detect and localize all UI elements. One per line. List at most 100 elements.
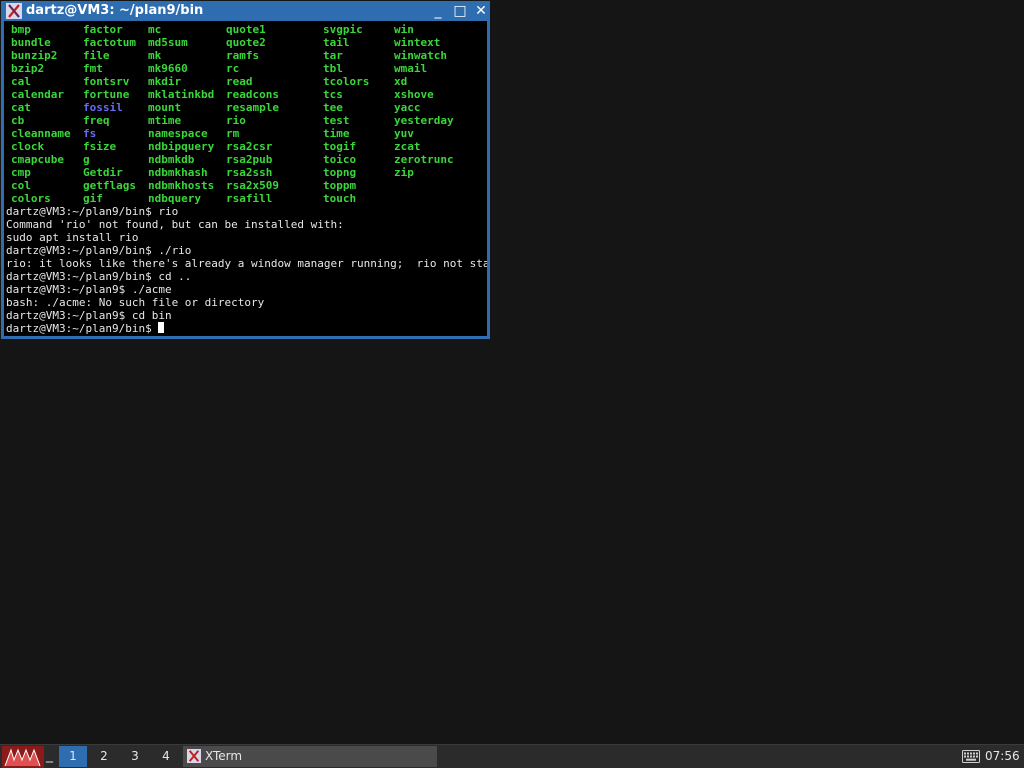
ls-entry: topng — [323, 166, 357, 179]
ls-entry: cmp — [11, 166, 31, 179]
ls-entry: test — [323, 114, 350, 127]
ls-entry: Getdir — [83, 166, 123, 179]
ls-entry: cb — [11, 114, 25, 127]
taskbar: _ 1234 XTerm 07:56 — [0, 744, 1024, 768]
ls-entry: cat — [11, 101, 31, 114]
terminal-output: dartz@VM3:~/plan9/bin$ rio Command 'rio' … — [6, 205, 487, 335]
ls-entry: zcat — [394, 140, 421, 153]
ls-entry: xshove — [394, 88, 434, 101]
ls-entry: yuv — [394, 127, 414, 140]
window-title: dartz@VM3: ~/plan9/bin — [26, 3, 204, 18]
ls-entry: cal — [11, 75, 31, 88]
ls-entry: fortune — [83, 88, 130, 101]
ls-entry: factotum — [83, 36, 136, 49]
ls-entry: togif — [323, 140, 357, 153]
ls-entry: rc — [226, 62, 240, 75]
ls-entry: wintext — [394, 36, 441, 49]
ls-entry: mtime — [148, 114, 182, 127]
ls-entry: gif — [83, 192, 103, 205]
ls-entry: freq — [83, 114, 110, 127]
terminal-line: rio: it looks like there's already a win… — [6, 257, 487, 270]
minimize-button[interactable]: _ — [430, 3, 446, 19]
terminal-line: dartz@VM3:~/plan9/bin$ cd .. — [6, 270, 192, 283]
ls-entry: wmail — [394, 62, 428, 75]
ls-entry: colors — [11, 192, 51, 205]
xterm-window[interactable]: dartz@VM3: ~/plan9/bin _ □ ✕ bmp bundle bu… — [1, 1, 490, 339]
window-titlebar[interactable]: dartz@VM3: ~/plan9/bin _ □ ✕ — [4, 1, 487, 21]
ls-entry: ramfs — [226, 49, 260, 62]
terminal-line: dartz@VM3:~/plan9$ cd bin — [6, 309, 172, 322]
terminal-line: sudo apt install rio — [6, 231, 139, 244]
ls-entry: col — [11, 179, 31, 192]
terminal-area[interactable]: bmp bundle bunzip2 bzip2 cal calendar cat cb cle… — [4, 21, 487, 336]
terminal-prompt-line[interactable]: dartz@VM3:~/plan9/bin$ — [6, 322, 487, 335]
ls-column: quote1 quote2 ramfs rc read readcons resample r… — [226, 23, 279, 205]
clock[interactable]: 07:56 — [985, 745, 1020, 767]
ls-entry: fossil — [83, 101, 123, 114]
ls-entry: mklatinkbd — [148, 88, 215, 101]
ls-entry: readcons — [226, 88, 279, 101]
ls-entry: rsa2ssh — [226, 166, 273, 179]
keyboard-icon[interactable] — [962, 750, 980, 763]
ls-entry: tee — [323, 101, 343, 114]
ls-entry: toico — [323, 153, 357, 166]
show-desktop-button[interactable]: _ — [46, 745, 56, 767]
ls-entry: ndbmkhash — [148, 166, 208, 179]
ls-entry: mc — [148, 23, 162, 36]
text-cursor — [158, 322, 165, 333]
workspace-4-button[interactable]: 4 — [152, 746, 180, 767]
ls-entry: rsa2csr — [226, 140, 273, 153]
taskbar-item-label: XTerm — [205, 749, 243, 763]
ls-entry: win — [394, 23, 414, 36]
ls-entry: ndbquery — [148, 192, 201, 205]
ls-entry: fsize — [83, 140, 117, 153]
ls-entry: rsafill — [226, 192, 273, 205]
workspace-2-button[interactable]: 2 — [90, 746, 118, 767]
ls-entry: winwatch — [394, 49, 447, 62]
ls-column: bmp bundle bunzip2 bzip2 cal calendar cat cb cle… — [11, 23, 71, 205]
ls-entry: calendar — [11, 88, 64, 101]
ls-column: mc md5sum mk mk9660 mkdir mklatinkbd mount mtim… — [148, 23, 214, 205]
terminal-prompt: dartz@VM3:~/plan9/bin$ — [6, 322, 159, 335]
ls-entry: quote1 — [226, 23, 266, 36]
ls-entry: md5sum — [148, 36, 188, 49]
ls-entry: ndbmkhosts — [148, 179, 215, 192]
xterm-icon — [6, 3, 22, 19]
ls-entry: g — [83, 153, 90, 166]
ls-entry: ndbmkdb — [148, 153, 195, 166]
ls-entry: time — [323, 127, 350, 140]
ls-entry: cmapcube — [11, 153, 64, 166]
ls-entry: getflags — [83, 179, 136, 192]
ls-entry: yacc — [394, 101, 421, 114]
ls-column: win wintext winwatch wmail xd xshove yacc yeste… — [394, 23, 454, 179]
ls-entry: read — [226, 75, 253, 88]
ls-entry: clock — [11, 140, 45, 153]
taskbar-item-xterm[interactable]: XTerm — [183, 746, 437, 767]
ls-entry: factor — [83, 23, 123, 36]
ls-entry: zerotrunc — [394, 153, 454, 166]
ls-entry: zip — [394, 166, 414, 179]
maximize-button[interactable]: □ — [452, 3, 468, 19]
ls-entry: file — [83, 49, 110, 62]
ls-entry: tcs — [323, 88, 343, 101]
ls-entry: mkdir — [148, 75, 182, 88]
ls-entry: fontsrv — [83, 75, 130, 88]
ls-column: svgpic tail tar tbl tcolors tcs tee test time tog… — [323, 23, 369, 205]
ls-entry: fs — [83, 127, 97, 140]
start-menu-icon[interactable] — [2, 746, 44, 768]
ls-entry: bundle — [11, 36, 51, 49]
terminal-line: dartz@VM3:~/plan9/bin$ ./rio — [6, 244, 192, 257]
ls-entry: toppm — [323, 179, 357, 192]
workspace-1-button[interactable]: 1 — [59, 746, 87, 767]
ls-entry: ndbipquery — [148, 140, 215, 153]
terminal-line: dartz@VM3:~/plan9/bin$ rio — [6, 205, 179, 218]
ls-entry: resample — [226, 101, 279, 114]
ls-entry: tbl — [323, 62, 343, 75]
ls-entry: xd — [394, 75, 408, 88]
ls-entry: rsa2x509 — [226, 179, 279, 192]
ls-entry: bunzip2 — [11, 49, 58, 62]
workspace-3-button[interactable]: 3 — [121, 746, 149, 767]
ls-entry: namespace — [148, 127, 208, 140]
ls-entry: rsa2pub — [226, 153, 273, 166]
close-button[interactable]: ✕ — [473, 3, 489, 19]
